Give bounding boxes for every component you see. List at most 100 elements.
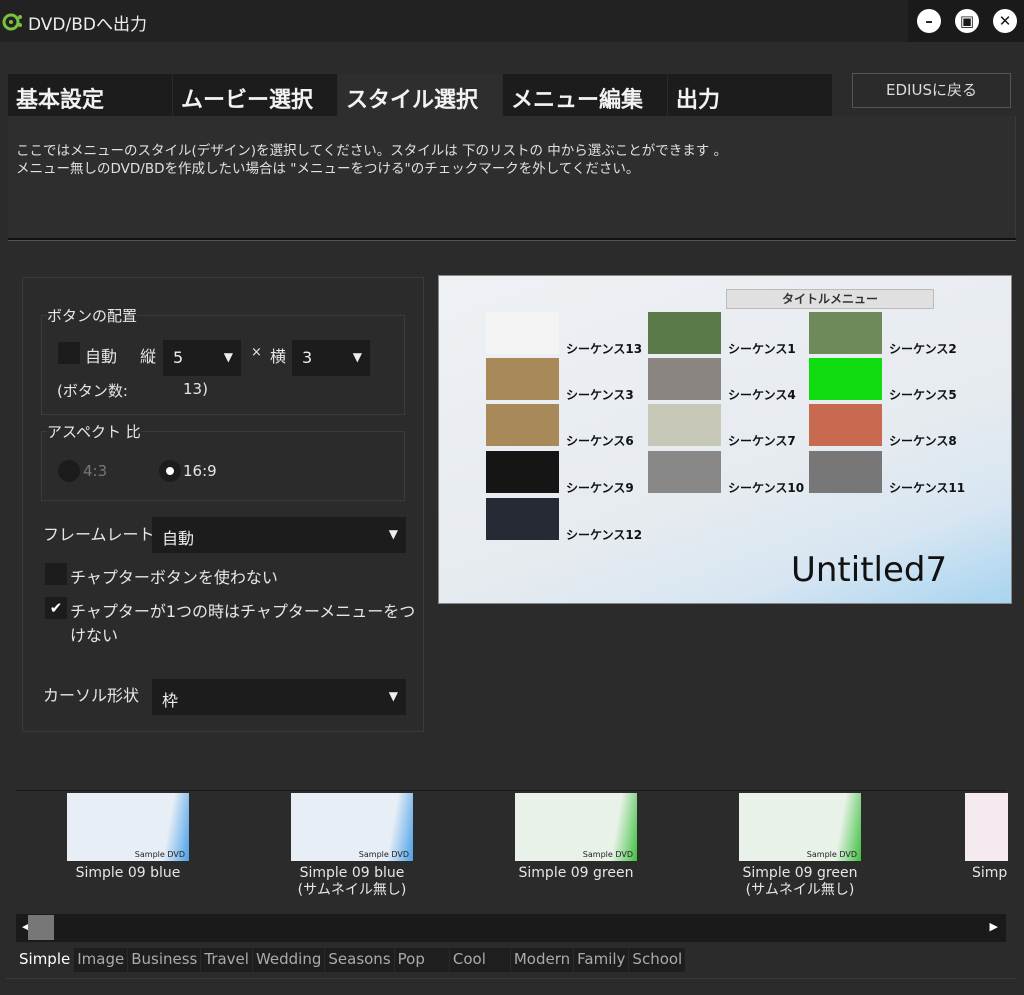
- single-chapter-label: チャプターが1つの時はチャプターメニューをつけない: [70, 602, 416, 645]
- framerate-label: フレームレート: [43, 525, 155, 544]
- aspect-43-radio[interactable]: [58, 460, 80, 482]
- sequence-label: シーケンス2: [889, 342, 957, 356]
- button-count-label: (ボタン数:: [57, 382, 128, 400]
- aspect-ratio-label: アスペクト 比: [47, 421, 141, 442]
- aspect-169-label: 16:9: [183, 462, 217, 480]
- style-thumbnail: Sample DVD: [739, 793, 861, 861]
- style-category-tabs: Simple Image Business Travel Wedding Seasons P…: [16, 948, 686, 972]
- sequence-thumbnail: [486, 312, 559, 354]
- style-thumbnail: Sample DVD: [291, 793, 413, 861]
- rows-value: 5: [173, 348, 184, 367]
- category-tab-school[interactable]: School: [629, 948, 686, 972]
- chevron-down-icon: ▼: [223, 350, 233, 364]
- style-name: Simple 09 blue: [299, 865, 405, 881]
- sequence-label: シーケンス5: [889, 388, 957, 402]
- category-tab-image[interactable]: Image: [74, 948, 128, 972]
- sequence-label: シーケンス3: [566, 388, 634, 402]
- tab-basic-settings[interactable]: 基本設定: [8, 74, 173, 116]
- sequence-thumbnail: [648, 358, 721, 400]
- tab-output[interactable]: 出力: [668, 74, 833, 116]
- sequence-label: シーケンス8: [889, 434, 957, 448]
- button-layout-label: ボタンの配置: [47, 305, 138, 326]
- sequence-label: シーケンス1: [728, 342, 796, 356]
- tab-style-select[interactable]: スタイル選択: [338, 74, 503, 116]
- style-thumbnail: Sample DVD: [67, 793, 189, 861]
- category-tab-wedding[interactable]: Wedding: [252, 948, 325, 972]
- no-chapter-buttons-label: チャプターボタンを使わない: [70, 568, 278, 587]
- category-tab-pop[interactable]: Pop: [394, 948, 449, 972]
- category-tab-travel[interactable]: Travel: [201, 948, 252, 972]
- description-panel: ここではメニューのスタイル(デザイン)を選択してください。スタイルは 下のリスト…: [8, 116, 1016, 238]
- category-tab-business[interactable]: Business: [128, 948, 201, 972]
- auto-label: 自動: [85, 347, 118, 366]
- description-line: ここではメニューのスタイル(デザイン)を選択してください。スタイルは 下のリスト…: [16, 143, 728, 159]
- scroll-right-icon[interactable]: ▶: [990, 920, 998, 933]
- category-tab-modern[interactable]: Modern: [510, 948, 574, 972]
- sequence-thumbnail: [486, 404, 559, 446]
- maximize-icon[interactable]: ▣: [955, 9, 979, 33]
- style-item[interactable]: Sample DVD Simple 09 blue (サムネイル無し): [252, 793, 452, 899]
- divider: [6, 978, 1016, 979]
- sequence-label: シーケンス11: [889, 481, 966, 495]
- minimize-icon[interactable]: –: [917, 9, 941, 33]
- title-bar: [0, 0, 1024, 42]
- style-thumbnail: Sample DVD: [515, 793, 637, 861]
- app-logo-icon: [2, 13, 22, 31]
- tab-menu-edit[interactable]: メニュー編集: [503, 74, 668, 116]
- scrollbar-thumb[interactable]: [28, 915, 54, 940]
- style-thumbnail: Sample DVD: [965, 793, 1008, 861]
- step-tabs: 基本設定 ムービー選択 スタイル選択 メニュー編集 出力: [8, 74, 833, 116]
- style-item[interactable]: Sample DVD Simple 09 blue: [28, 793, 228, 882]
- category-tab-seasons[interactable]: Seasons: [325, 948, 394, 972]
- style-name: Simple 09 green: [518, 865, 634, 881]
- sequence-thumbnail: [648, 404, 721, 446]
- no-chapter-buttons-checkbox[interactable]: [45, 563, 67, 585]
- sequence-thumbnail: [486, 451, 559, 493]
- style-name: Simp: [972, 865, 1008, 881]
- cols-value: 3: [302, 348, 313, 367]
- sequence-thumbnail: [648, 451, 721, 493]
- sequence-thumbnail: [486, 498, 559, 540]
- cursor-shape-select[interactable]: 枠 ▼: [152, 679, 406, 715]
- cols-label: 横: [270, 347, 287, 366]
- sequence-thumbnail: [648, 312, 721, 354]
- window-controls: – ▣ ✕: [908, 0, 1024, 42]
- framerate-select[interactable]: 自動 ▼: [152, 517, 406, 553]
- sequence-label: シーケンス7: [728, 434, 796, 448]
- tab-movie-select[interactable]: ムービー選択: [173, 74, 338, 116]
- sequence-label: シーケンス13: [566, 342, 643, 356]
- style-subtitle: (サムネイル無し): [745, 882, 855, 898]
- horizontal-scrollbar[interactable]: ◀ ▶: [16, 914, 1006, 942]
- framerate-value: 自動: [162, 529, 195, 548]
- sequence-thumbnail: [809, 312, 882, 354]
- cursor-shape-value: 枠: [162, 691, 179, 710]
- auto-checkbox[interactable]: [58, 342, 80, 364]
- single-chapter-checkbox[interactable]: ✔: [45, 597, 67, 619]
- style-item[interactable]: Sample DVD Simple 09 green (サムネイル無し): [700, 793, 900, 899]
- category-tab-family[interactable]: Family: [574, 948, 629, 972]
- rows-select[interactable]: 5 ▼: [163, 340, 241, 376]
- cols-select[interactable]: 3 ▼: [292, 340, 370, 376]
- check-icon: ✔: [49, 599, 63, 617]
- style-item[interactable]: Sample DVD Simple 09 green: [476, 793, 676, 882]
- return-to-edius-button[interactable]: EDIUSに戻る: [852, 73, 1011, 108]
- style-thumb-text: Sample DVD: [134, 850, 185, 859]
- rows-label: 縦: [140, 347, 157, 366]
- chevron-down-icon: ▼: [352, 350, 362, 364]
- close-icon[interactable]: ✕: [993, 9, 1017, 33]
- style-item[interactable]: Sample DVD Simp: [948, 793, 1008, 882]
- sequence-thumbnail: [809, 451, 882, 493]
- category-tab-simple[interactable]: Simple: [16, 948, 74, 972]
- sequence-label: シーケンス10: [728, 481, 805, 495]
- sequence-label: シーケンス12: [566, 528, 643, 542]
- sequence-label: シーケンス4: [728, 388, 796, 402]
- sequence-label: シーケンス9: [566, 481, 634, 495]
- aspect-169-radio[interactable]: [159, 460, 181, 482]
- category-tab-cool[interactable]: Cool: [449, 948, 510, 972]
- sequence-thumbnail: [809, 358, 882, 400]
- chevron-down-icon: ▼: [388, 527, 398, 541]
- window-title: DVD/BDへ出力: [28, 15, 147, 35]
- sequence-label: シーケンス6: [566, 434, 634, 448]
- style-subtitle: (サムネイル無し): [297, 882, 407, 898]
- menu-preview: タイトルメニュー シーケンス13 シーケンス1 シーケンス2 シーケンス3 シーケンス4…: [438, 275, 1012, 604]
